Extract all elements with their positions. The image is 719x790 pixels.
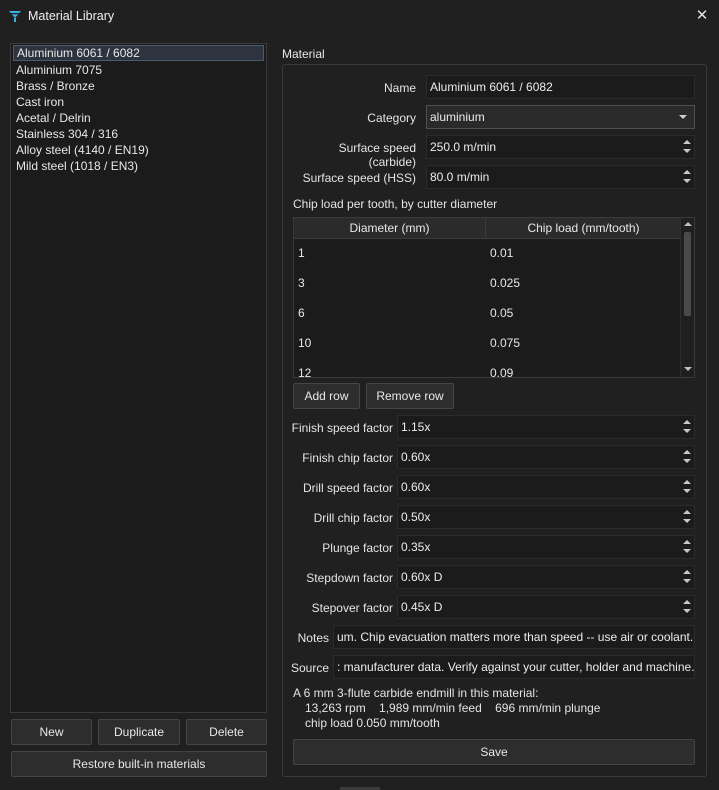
notes-label: Notes — [297, 631, 329, 645]
name-field[interactable]: Aluminium 6061 / 6082 — [426, 75, 695, 99]
notes-field[interactable]: um. Chip evacuation matters more than sp… — [333, 625, 695, 649]
scroll-down-icon[interactable] — [684, 367, 692, 371]
surface-speed-carbide-label: Surface speed (carbide) — [338, 141, 416, 169]
spin-arrows-icon[interactable] — [680, 136, 694, 158]
material-list[interactable]: Aluminium 6061 / 6082 Aluminium 7075 Bra… — [10, 43, 267, 713]
table-scrollbar[interactable] — [680, 218, 694, 377]
drill-chip-factor-value: 0.50x — [401, 510, 431, 524]
finish-chip-factor-spinbox[interactable]: 0.60x — [397, 445, 695, 469]
finish-chip-factor-value: 0.60x — [401, 450, 431, 464]
plunge-factor-value: 0.35x — [401, 540, 431, 554]
table-row[interactable]: 6 0.05 — [294, 298, 681, 328]
surface-speed-hss-label: Surface speed (HSS) — [302, 171, 416, 185]
close-button[interactable]: ✕ — [690, 4, 714, 28]
column-header-diameter[interactable]: Diameter (mm) — [294, 218, 486, 238]
drill-speed-factor-label: Drill speed factor — [302, 481, 393, 495]
column-header-chip-load[interactable]: Chip load (mm/tooth) — [486, 218, 681, 238]
cell-diameter[interactable]: 12 — [298, 366, 311, 377]
list-item[interactable]: Alloy steel (4140 / EN19) — [13, 142, 264, 158]
category-select[interactable]: aluminium — [426, 105, 695, 129]
plunge-factor-label: Plunge factor — [322, 541, 393, 555]
spin-arrows-icon[interactable] — [680, 596, 694, 618]
chip-load-caption: Chip load per tooth, by cutter diameter — [293, 197, 498, 211]
chip-load-table[interactable]: Diameter (mm) Chip load (mm/tooth) 1 0.0… — [293, 217, 695, 378]
finish-chip-factor-label: Finish chip factor — [302, 451, 393, 465]
remove-row-button[interactable]: Remove row — [366, 383, 454, 409]
summary-line: A 6 mm 3-flute carbide endmill in this m… — [293, 686, 539, 700]
table-row[interactable]: 12 0.09 — [294, 358, 681, 377]
list-item[interactable]: Stainless 304 / 316 — [13, 126, 264, 142]
summary-line: 13,263 rpm 1,989 mm/min feed 696 mm/min … — [305, 701, 601, 715]
list-item[interactable]: Cast iron — [13, 94, 264, 110]
scrollbar-thumb[interactable] — [684, 232, 691, 316]
list-item[interactable]: Brass / Bronze — [13, 78, 264, 94]
table-row[interactable]: 1 0.01 — [294, 238, 681, 268]
list-item[interactable]: Mild steel (1018 / EN3) — [13, 158, 264, 174]
cell-chip-load[interactable]: 0.075 — [490, 336, 520, 350]
spin-arrows-icon[interactable] — [680, 536, 694, 558]
spin-arrows-icon[interactable] — [680, 566, 694, 588]
stepdown-factor-label: Stepdown factor — [306, 571, 393, 585]
cell-chip-load[interactable]: 0.09 — [490, 366, 513, 377]
stepdown-factor-value: 0.60x D — [401, 570, 443, 584]
scroll-up-icon[interactable] — [684, 222, 692, 226]
finish-speed-factor-label: Finish speed factor — [291, 421, 393, 435]
spin-arrows-icon[interactable] — [680, 506, 694, 528]
table-row[interactable]: 3 0.025 — [294, 268, 681, 298]
cell-chip-load[interactable]: 0.01 — [490, 246, 513, 260]
cell-diameter[interactable]: 6 — [298, 306, 305, 320]
spin-arrows-icon[interactable] — [680, 166, 694, 188]
stepover-factor-value: 0.45x D — [401, 600, 443, 614]
source-field[interactable]: : manufacturer data. Verify against your… — [333, 655, 695, 679]
list-item[interactable]: Acetal / Delrin — [13, 110, 264, 126]
drill-speed-factor-spinbox[interactable]: 0.60x — [397, 475, 695, 499]
list-item[interactable]: Aluminium 7075 — [13, 62, 264, 78]
stepover-factor-label: Stepover factor — [311, 601, 393, 615]
plunge-factor-spinbox[interactable]: 0.35x — [397, 535, 695, 559]
chevron-down-icon — [679, 115, 687, 119]
title-bar: Material Library ✕ — [0, 0, 719, 32]
category-value: aluminium — [430, 110, 485, 124]
surface-speed-carbide-spinbox[interactable]: 250.0 m/min — [426, 135, 695, 159]
window-title: Material Library — [28, 9, 115, 23]
summary-line: chip load 0.050 mm/tooth — [305, 716, 440, 730]
app-logo-icon — [9, 11, 21, 22]
cell-diameter[interactable]: 10 — [298, 336, 311, 350]
stepover-factor-spinbox[interactable]: 0.45x D — [397, 595, 695, 619]
duplicate-button[interactable]: Duplicate — [98, 719, 180, 745]
finish-speed-factor-spinbox[interactable]: 1.15x — [397, 415, 695, 439]
finish-speed-factor-value: 1.15x — [401, 420, 431, 434]
cell-chip-load[interactable]: 0.025 — [490, 276, 520, 290]
drill-chip-factor-spinbox[interactable]: 0.50x — [397, 505, 695, 529]
cell-diameter[interactable]: 3 — [298, 276, 305, 290]
surface-speed-carbide-value: 250.0 m/min — [430, 140, 497, 154]
table-header: Diameter (mm) Chip load (mm/tooth) — [294, 218, 681, 239]
material-group-title: Material — [282, 47, 325, 61]
restore-builtin-button[interactable]: Restore built-in materials — [11, 751, 267, 777]
cell-diameter[interactable]: 1 — [298, 246, 305, 260]
surface-speed-hss-spinbox[interactable]: 80.0 m/min — [426, 165, 695, 189]
source-label: Source — [290, 661, 329, 675]
drill-chip-factor-label: Drill chip factor — [313, 511, 393, 525]
spin-arrows-icon[interactable] — [680, 476, 694, 498]
stepdown-factor-spinbox[interactable]: 0.60x D — [397, 565, 695, 589]
name-label: Name — [383, 81, 416, 95]
spin-arrows-icon[interactable] — [680, 446, 694, 468]
save-button[interactable]: Save — [293, 739, 695, 765]
list-item[interactable]: Aluminium 6061 / 6082 — [13, 45, 264, 61]
new-button[interactable]: New — [11, 719, 92, 745]
table-row[interactable]: 10 0.075 — [294, 328, 681, 358]
delete-button[interactable]: Delete — [186, 719, 267, 745]
drill-speed-factor-value: 0.60x — [401, 480, 431, 494]
category-label: Category — [367, 111, 416, 125]
add-row-button[interactable]: Add row — [293, 383, 360, 409]
cell-chip-load[interactable]: 0.05 — [490, 306, 513, 320]
close-icon: ✕ — [695, 7, 709, 24]
surface-speed-hss-value: 80.0 m/min — [430, 170, 490, 184]
endmill-summary: A 6 mm 3-flute carbide endmill in this m… — [293, 686, 600, 731]
spin-arrows-icon[interactable] — [680, 416, 694, 438]
